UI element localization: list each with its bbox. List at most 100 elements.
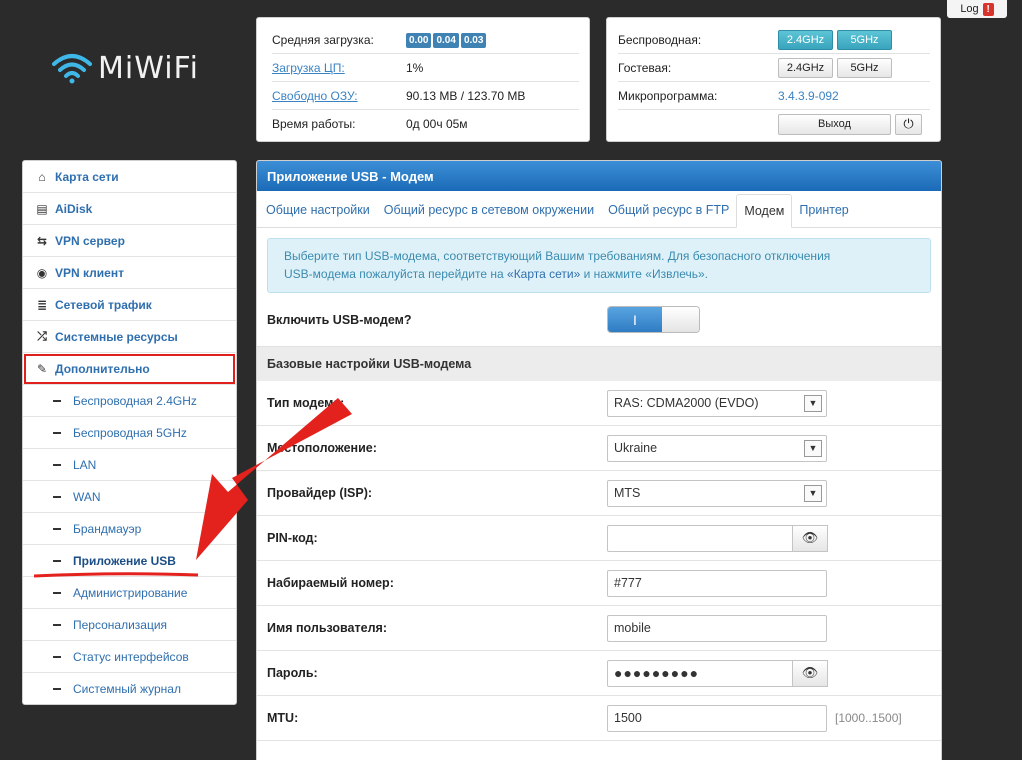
ram-link[interactable]: Свободно ОЗУ: <box>272 89 406 103</box>
isp-select[interactable]: MTS ▼ <box>607 479 827 507</box>
modem-type-label: Тип модема: <box>267 396 345 410</box>
sidebar-item-label: Системные ресурсы <box>55 329 178 344</box>
username-row: Имя пользователя: mobile <box>257 606 941 651</box>
info-box: Выберите тип USB-модема, соответствующий… <box>267 238 931 293</box>
sidebar-subitem-admin[interactable]: Администрирование <box>23 577 236 609</box>
eye-icon[interactable]: 👁 <box>793 524 828 552</box>
sidebar-subitem-wireless-24[interactable]: Беспроводная 2.4GHz <box>23 385 236 417</box>
enable-modem-row: Включить USB-модем? I <box>257 293 941 346</box>
guest-24ghz-button[interactable]: 2.4GHz <box>778 57 833 78</box>
tab-printer[interactable]: Принтер <box>792 193 855 227</box>
sidebar-item-advanced[interactable]: ✎ Дополнительно <box>23 353 236 385</box>
power-icon[interactable]: ⏻ <box>895 113 922 135</box>
sidebar-subitem-syslog[interactable]: Системный журнал <box>23 673 236 704</box>
network-map-link[interactable]: «Карта сети» <box>507 267 580 281</box>
sidebar-item-label: VPN клиент <box>55 265 124 280</box>
load-5min: 0.04 <box>433 32 459 48</box>
info-line-2: USB-модема пожалуйста перейдите на «Карт… <box>284 265 914 283</box>
guest-label: Гостевая: <box>618 60 672 75</box>
select-value: RAS: CDMA2000 (EVDO) <box>614 396 759 410</box>
sidebar: ⌂ Карта сети ▤ AiDisk ⇆ VPN сервер ◉ VPN кли… <box>22 160 237 705</box>
sidebar-subitem-label: Беспроводная 5GHz <box>73 425 187 440</box>
load-row: Средняя загрузка: 0.00 0.04 0.03 <box>272 26 579 54</box>
uptime-label: Время работы: <box>272 117 356 131</box>
sidebar-subitem-label: Персонализация <box>73 617 168 632</box>
wifi-panel: Беспроводная: 2.4GHz 5GHz Гостевая: 2.4G… <box>606 17 941 142</box>
tab-general[interactable]: Общие настройки <box>259 193 377 227</box>
sidebar-item-network-map[interactable]: ⌂ Карта сети <box>23 161 236 193</box>
sidebar-subitem-label: Статус интерфейсов <box>73 649 189 664</box>
mtu-input[interactable]: 1500 <box>607 704 827 732</box>
sidebar-item-aidisk[interactable]: ▤ AiDisk <box>23 193 236 225</box>
log-button[interactable]: Log ! <box>947 0 1007 18</box>
location-select[interactable]: Ukraine ▼ <box>607 434 827 462</box>
section-basic-settings: Базовые настройки USB-модема <box>257 346 941 381</box>
miwifi-logo: MiWiFi <box>50 50 199 86</box>
home-icon: ⌂ <box>38 169 46 184</box>
select-value: Ukraine <box>614 441 658 455</box>
list-icon: ≣ <box>36 297 48 312</box>
location-row: Местоположение: Ukraine ▼ <box>257 426 941 471</box>
pin-input[interactable] <box>607 524 793 552</box>
wireless-5ghz-button[interactable]: 5GHz <box>837 29 892 50</box>
sidebar-item-label: AiDisk <box>55 201 93 216</box>
sidebar-item-vpn-client[interactable]: ◉ VPN клиент <box>23 257 236 289</box>
modem-type-select[interactable]: RAS: CDMA2000 (EVDO) ▼ <box>607 389 827 417</box>
load-1min: 0.00 <box>406 32 432 48</box>
logout-row: Выход ⏻ <box>618 110 930 138</box>
uptime-row: Время работы: 0д 00ч 05м <box>272 110 579 138</box>
wireless-row: Беспроводная: 2.4GHz 5GHz <box>618 26 930 54</box>
tab-ftp-share[interactable]: Общий ресурс в FTP <box>601 193 736 227</box>
swap-icon: ⇆ <box>36 233 48 248</box>
sidebar-item-traffic[interactable]: ≣ Сетевой трафик <box>23 289 236 321</box>
sidebar-item-resources[interactable]: ⤮ Системные ресурсы <box>23 321 236 353</box>
eye-icon[interactable]: 👁 <box>793 659 828 687</box>
sidebar-subitem-wireless-5[interactable]: Беспроводная 5GHz <box>23 417 236 449</box>
tab-bar: Общие настройки Общий ресурс в сетевом о… <box>257 191 941 228</box>
wireless-24ghz-button[interactable]: 2.4GHz <box>778 29 833 50</box>
chevron-down-icon: ▼ <box>804 439 822 457</box>
logout-button[interactable]: Выход <box>778 113 891 135</box>
firmware-label: Микропрограмма: <box>618 88 718 103</box>
dial-number-input[interactable]: #777 <box>607 569 827 597</box>
info-text: и нажмите «Извлечь». <box>580 267 708 281</box>
sidebar-item-label: Дополнительно <box>55 361 150 376</box>
wireless-label: Беспроводная: <box>618 32 702 47</box>
dial-label: Набираемый номер: <box>267 576 394 590</box>
sidebar-subitem-personalization[interactable]: Персонализация <box>23 609 236 641</box>
username-input[interactable]: mobile <box>607 614 827 642</box>
load-values: 0.00 0.04 0.03 <box>406 32 488 48</box>
page-title: Приложение USB - Модем <box>257 161 941 191</box>
status-panel: Средняя загрузка: 0.00 0.04 0.03 Загрузка … <box>256 17 590 142</box>
sidebar-subitem-usb-app[interactable]: Приложение USB <box>23 545 236 577</box>
enable-modem-toggle[interactable]: I <box>607 306 700 333</box>
password-row: Пароль: ●●●●●●●●● 👁 <box>257 651 941 696</box>
firmware-row: Микропрограмма: 3.4.3.9-092 <box>618 82 930 110</box>
isp-label: Провайдер (ISP): <box>267 486 373 500</box>
sidebar-subitem-iface-status[interactable]: Статус интерфейсов <box>23 641 236 673</box>
info-line-1: Выберите тип USB-модема, соответствующий… <box>284 249 831 263</box>
sidebar-item-vpn-server[interactable]: ⇆ VPN сервер <box>23 225 236 257</box>
firmware-link[interactable]: 3.4.3.9-092 <box>778 89 839 103</box>
chevron-down-icon: ▼ <box>804 394 822 412</box>
disk-icon: ▤ <box>36 201 48 216</box>
tab-network-share[interactable]: Общий ресурс в сетевом окружении <box>377 193 601 227</box>
isp-row: Провайдер (ISP): MTS ▼ <box>257 471 941 516</box>
mtu-label: MTU: <box>267 711 299 725</box>
enable-modem-label: Включить USB-модем? <box>267 312 412 327</box>
password-input[interactable]: ●●●●●●●●● <box>607 659 793 687</box>
sidebar-subitem-wan[interactable]: WAN <box>23 481 236 513</box>
ram-row: Свободно ОЗУ: 90.13 MB / 123.70 MB <box>272 82 579 110</box>
sidebar-subitem-firewall[interactable]: Брандмауэр <box>23 513 236 545</box>
cpu-link[interactable]: Загрузка ЦП: <box>272 61 406 75</box>
sidebar-subitem-label: Приложение USB <box>73 553 176 568</box>
location-label: Местоположение: <box>267 441 377 455</box>
sidebar-subitem-label: LAN <box>73 457 97 472</box>
log-label: Log <box>960 3 979 15</box>
sidebar-subitem-label: Администрирование <box>73 585 188 600</box>
pin-row: PIN-код: 👁 <box>257 516 941 561</box>
sidebar-subitem-lan[interactable]: LAN <box>23 449 236 481</box>
tab-modem[interactable]: Модем <box>736 194 793 228</box>
guest-5ghz-button[interactable]: 5GHz <box>837 57 892 78</box>
uptime-value: 0д 00ч 05м <box>406 117 468 131</box>
